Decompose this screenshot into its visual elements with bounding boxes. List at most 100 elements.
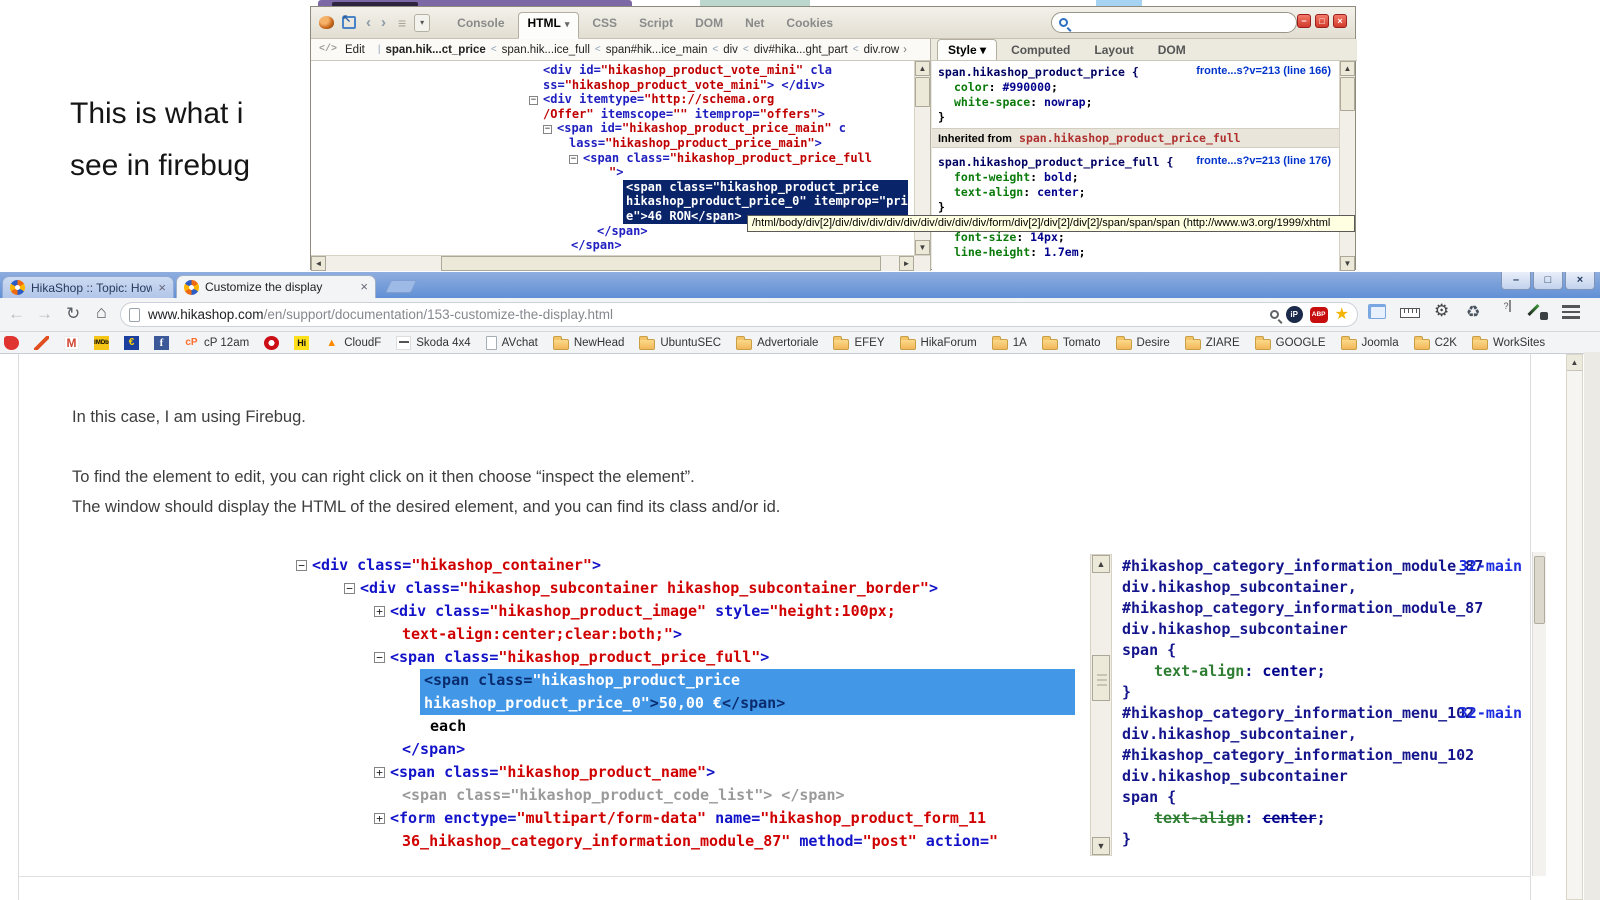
browser-tab-hikashop-topic[interactable]: HikaShop :: Topic: How to m × <box>2 276 174 298</box>
forward-icon[interactable]: › <box>381 14 386 31</box>
zoom-icon[interactable] <box>1270 310 1279 319</box>
css-source-link[interactable]: fronte...s?v=213 (line 166) <box>1196 65 1331 77</box>
bookmark-item[interactable]: HikaForum <box>900 336 977 350</box>
style-tab-dom[interactable]: DOM <box>1148 40 1196 60</box>
bookmark-item[interactable]: cPcP 12am <box>184 336 249 350</box>
vertical-scrollbar[interactable]: ▲ ▼ <box>1090 554 1112 856</box>
css-source-link[interactable]: 32-main <box>1459 556 1522 577</box>
bookmark-item[interactable] <box>4 336 19 350</box>
css-source-link[interactable]: fronte...s?v=213 (line 176) <box>1196 155 1331 167</box>
scroll-down-button[interactable]: ▼ <box>1340 256 1355 271</box>
expander-icon[interactable]: − <box>543 125 552 134</box>
new-tab-button[interactable] <box>385 280 417 293</box>
firebug-tab-net[interactable]: Net <box>736 13 773 33</box>
style-tab-computed[interactable]: Computed <box>1001 40 1080 60</box>
bookmark-item[interactable]: Hi <box>294 336 309 350</box>
close-icon[interactable]: × <box>158 283 166 293</box>
inherited-selector[interactable]: span.hikashop_product_price_full <box>1019 131 1241 145</box>
breadcrumb-item[interactable]: div#hika...ght_part <box>754 44 848 56</box>
bookmark-item[interactable]: Tomato <box>1042 336 1101 350</box>
breadcrumb-item-selected[interactable]: span.hik...ct_price <box>385 44 485 56</box>
scroll-down-button[interactable]: ▼ <box>1092 837 1110 855</box>
bookmark-item[interactable]: Skoda 4x4 <box>396 336 470 350</box>
expander-icon[interactable]: − <box>569 155 578 164</box>
reload-button[interactable]: ↻ <box>66 304 80 324</box>
style-tab-layout[interactable]: Layout <box>1084 40 1143 60</box>
bookmark-item[interactable]: IMDb <box>94 336 109 350</box>
firebug-tab-console[interactable]: Console <box>448 13 513 33</box>
vertical-scrollbar[interactable]: ▲ ▼ <box>1339 61 1355 271</box>
forward-button[interactable]: → <box>36 304 53 324</box>
breadcrumb-item[interactable]: div.row <box>864 44 900 56</box>
back-icon[interactable]: ‹ <box>366 14 371 31</box>
ext-frames-icon[interactable] <box>1368 304 1386 319</box>
firebug-icon[interactable] <box>319 16 334 29</box>
firebug-search-box[interactable] <box>1051 12 1297 33</box>
firebug-tab-css[interactable]: CSS <box>583 13 626 33</box>
expander-icon[interactable]: + <box>374 767 385 778</box>
breadcrumb-item[interactable]: span.hik...ice_full <box>502 44 590 56</box>
scroll-up-button[interactable]: ▲ <box>1092 555 1110 573</box>
edit-button[interactable]: Edit <box>345 44 365 56</box>
scroll-left-button[interactable]: ◄ <box>311 256 326 271</box>
scroll-right-button[interactable]: ► <box>899 256 914 271</box>
bookmark-item[interactable]: AVchat <box>486 336 538 350</box>
scroll-thumb[interactable] <box>915 77 930 107</box>
bookmark-item[interactable]: EFEY <box>833 336 884 350</box>
list-icon[interactable]: ≡ <box>398 15 406 31</box>
scroll-thumb[interactable] <box>1340 77 1355 111</box>
home-button[interactable]: ⌂ <box>96 302 107 323</box>
bookmark-item[interactable]: ▲CloudF <box>324 336 381 350</box>
scroll-thumb[interactable] <box>1092 655 1110 701</box>
bookmark-item[interactable] <box>34 336 49 350</box>
scroll-up-button[interactable]: ▲ <box>1567 355 1582 371</box>
bookmark-item[interactable]: ZIARE <box>1185 336 1240 350</box>
url-text[interactable]: www.hikashop.com/en/support/documentatio… <box>148 307 1262 322</box>
firebug-tab-html[interactable]: HTML▾ <box>518 12 580 39</box>
scroll-thumb[interactable] <box>441 256 881 271</box>
breadcrumb-more-icon[interactable]: › <box>903 44 907 56</box>
firebug-search-input[interactable] <box>1068 15 1296 30</box>
bookmark-item[interactable] <box>264 336 279 350</box>
panel-options-dropdown[interactable]: ▾ <box>414 14 430 32</box>
firebug-close-button[interactable]: × <box>1333 14 1347 28</box>
gear-icon[interactable]: ⚙ <box>1434 301 1449 321</box>
ext-measure-icon[interactable]: ? <box>1496 301 1518 311</box>
ip-extension-badge[interactable]: iP <box>1286 306 1303 323</box>
expander-icon[interactable]: − <box>374 652 385 663</box>
bookmark-item[interactable]: GOOGLE <box>1255 336 1326 350</box>
firebug-tab-cookies[interactable]: Cookies <box>777 13 842 33</box>
bookmark-item[interactable]: Desire <box>1116 336 1170 350</box>
bookmark-item[interactable]: Advertoriale <box>736 336 818 350</box>
bookmark-item[interactable]: M <box>64 336 79 350</box>
scroll-thumb[interactable] <box>1534 556 1545 624</box>
expander-icon[interactable]: + <box>374 606 385 617</box>
bookmark-star-icon[interactable]: ★ <box>1335 307 1349 323</box>
window-close-button[interactable]: × <box>1565 272 1595 290</box>
expander-icon[interactable]: + <box>374 813 385 824</box>
firebug-tab-dom[interactable]: DOM <box>686 13 732 33</box>
expander-icon[interactable]: − <box>296 560 307 571</box>
browser-tab-customize-display[interactable]: Customize the display × <box>176 275 376 298</box>
inspect-element-icon[interactable] <box>342 16 356 29</box>
bookmark-item[interactable]: WorkSites <box>1472 336 1545 350</box>
page-scrollbar[interactable]: ▲ <box>1566 354 1583 900</box>
ext-ruler-icon[interactable] <box>1400 308 1420 318</box>
url-bar[interactable]: www.hikashop.com/en/support/documentatio… <box>120 302 1358 327</box>
bookmark-item[interactable]: C2K <box>1414 336 1457 350</box>
scroll-up-button[interactable]: ▲ <box>1340 61 1355 76</box>
horizontal-scrollbar[interactable]: ◄ ► <box>311 255 931 271</box>
code-chevrons-icon[interactable]: </> <box>319 44 337 55</box>
style-tab-style[interactable]: Style ▾ <box>937 39 997 60</box>
window-minimize-button[interactable]: – <box>1501 272 1531 290</box>
close-icon[interactable]: × <box>360 282 368 292</box>
bookmark-item[interactable]: € <box>124 336 139 350</box>
bookmark-item[interactable]: 1A <box>992 336 1027 350</box>
scroll-up-button[interactable]: ▲ <box>915 61 930 76</box>
adblock-badge[interactable]: ABP <box>1310 307 1328 323</box>
bookmark-item[interactable]: NewHead <box>553 336 625 350</box>
bookmark-item[interactable]: Joomla <box>1341 336 1399 350</box>
expander-icon[interactable]: − <box>344 583 355 594</box>
breadcrumb-item[interactable]: div <box>723 44 738 56</box>
firebug-minimize-button[interactable]: − <box>1297 14 1311 28</box>
